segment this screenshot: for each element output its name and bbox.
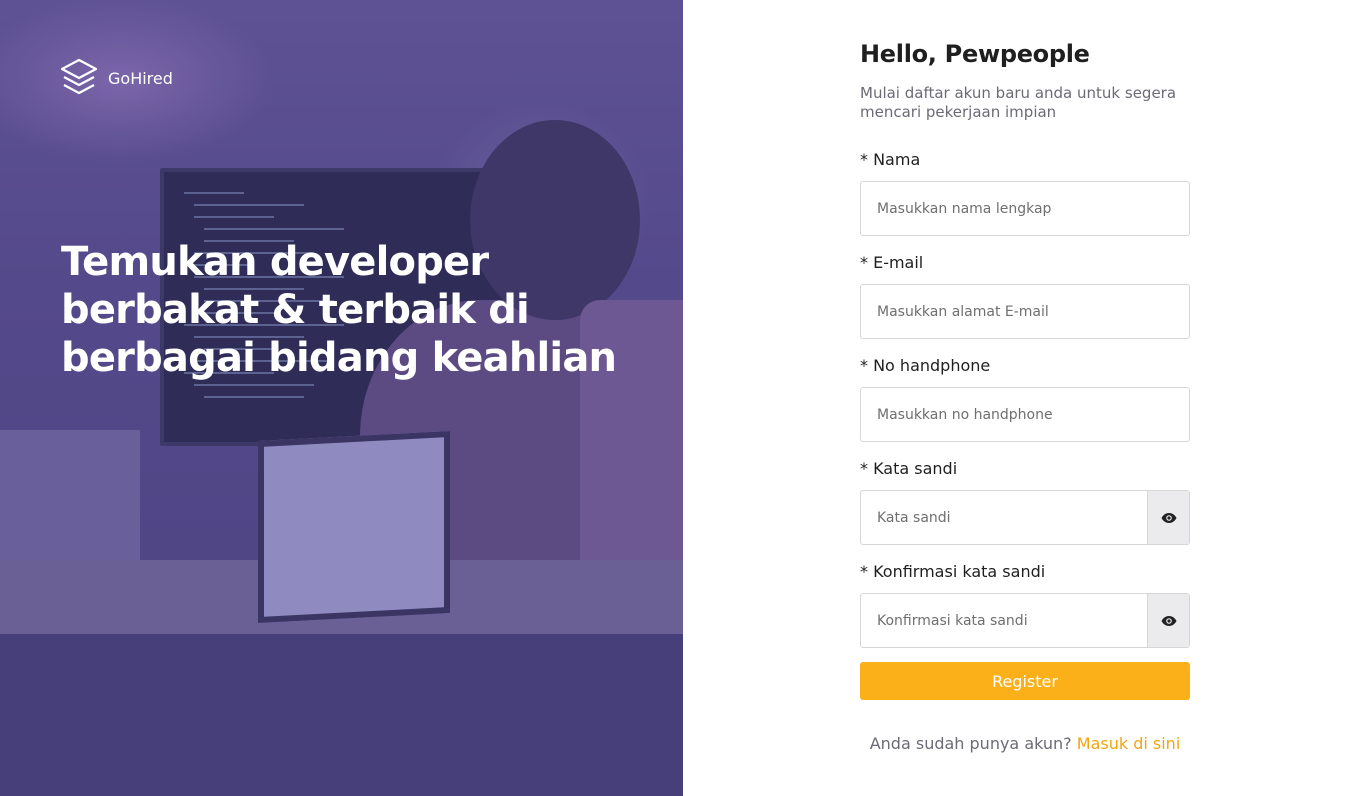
email-label: * E-mail	[860, 253, 924, 272]
photo-shelf	[0, 430, 140, 580]
phone-placeholder: Masukkan no handphone	[877, 406, 1053, 423]
password-input[interactable]: Kata sandi	[860, 490, 1190, 545]
hero-panel: GoHired Temukan developer berbakat & ter…	[0, 0, 683, 796]
password-label: * Kata sandi	[860, 459, 958, 478]
eye-icon	[1161, 512, 1176, 523]
password-placeholder: Kata sandi	[877, 509, 951, 526]
phone-label: * No handphone	[860, 356, 991, 375]
photo-laptop	[258, 430, 450, 624]
name-label: * Nama	[860, 150, 921, 169]
layers-icon	[60, 58, 98, 95]
login-prompt-text: Anda sudah punya akun?	[869, 734, 1072, 753]
password-toggle-button[interactable]	[1147, 491, 1189, 544]
phone-field-group: * No handphone Masukkan no handphone	[860, 356, 1190, 442]
confirm-password-label: * Konfirmasi kata sandi	[860, 562, 1046, 581]
eye-icon	[1161, 615, 1176, 626]
brand-name: GoHired	[108, 68, 173, 88]
hero-headline: Temukan developer berbakat & terbaik di …	[61, 239, 617, 381]
confirm-password-toggle-button[interactable]	[1147, 594, 1189, 647]
email-field-group: * E-mail Masukkan alamat E-mail	[860, 253, 1190, 339]
brand[interactable]: GoHired	[60, 58, 173, 98]
name-placeholder: Masukkan nama lengkap	[877, 200, 1052, 217]
confirm-password-input[interactable]: Konfirmasi kata sandi	[860, 593, 1190, 648]
login-prompt: Anda sudah punya akun? Masuk di sini	[860, 734, 1190, 753]
email-input[interactable]: Masukkan alamat E-mail	[860, 284, 1190, 339]
login-link[interactable]: Masuk di sini	[1077, 734, 1181, 753]
register-form: Hello, Pewpeople Mulai daftar akun baru …	[860, 38, 1190, 753]
form-title: Hello, Pewpeople	[860, 40, 1090, 68]
form-subtitle: Mulai daftar akun baru anda untuk segera…	[860, 84, 1177, 121]
email-placeholder: Masukkan alamat E-mail	[877, 303, 1049, 320]
confirm-password-placeholder: Konfirmasi kata sandi	[877, 612, 1028, 629]
password-field-group: * Kata sandi Kata sandi	[860, 459, 1190, 545]
confirm-password-field-group: * Konfirmasi kata sandi Konfirmasi kata …	[860, 562, 1190, 648]
name-input[interactable]: Masukkan nama lengkap	[860, 181, 1190, 236]
register-button[interactable]: Register	[860, 662, 1190, 700]
name-field-group: * Nama Masukkan nama lengkap	[860, 150, 1190, 236]
phone-input[interactable]: Masukkan no handphone	[860, 387, 1190, 442]
